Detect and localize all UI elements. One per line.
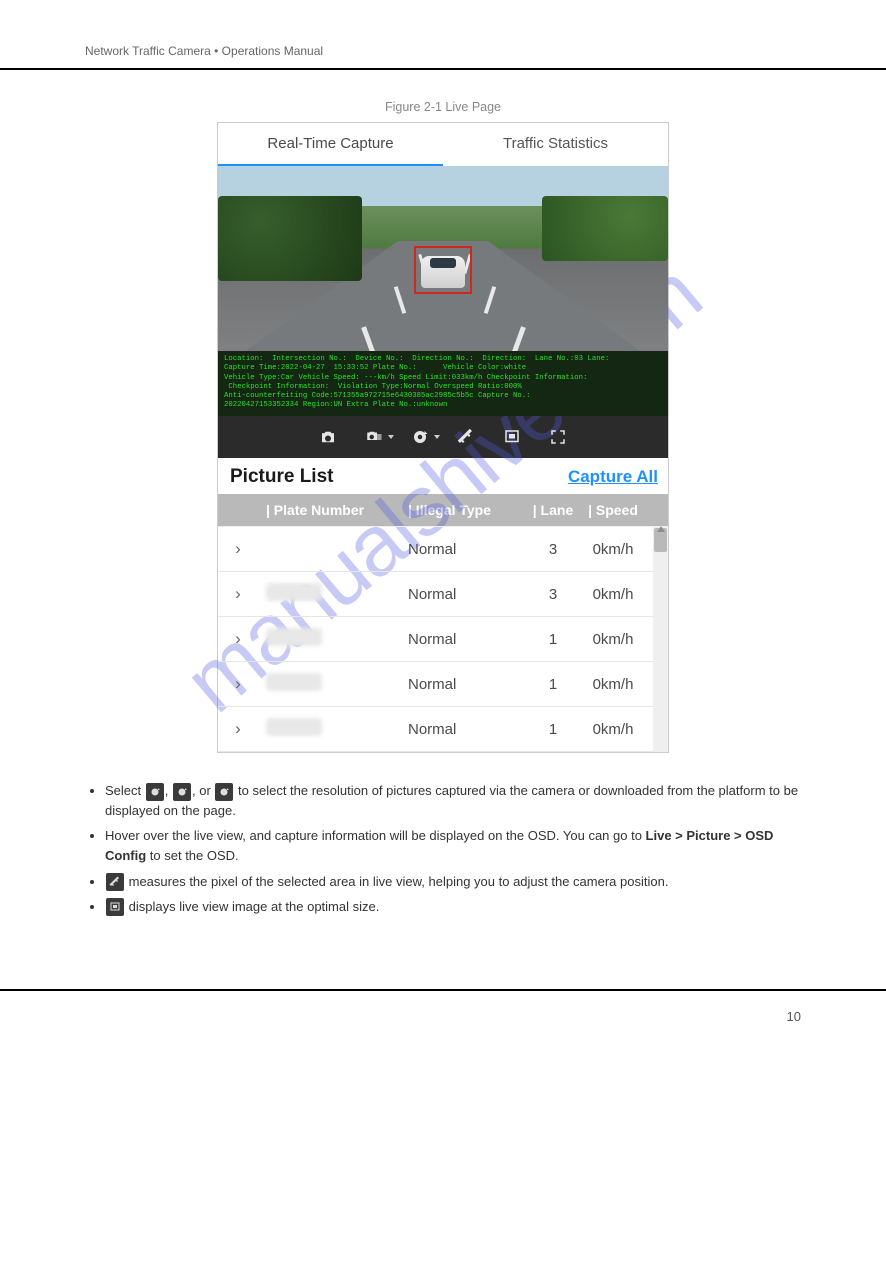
- page-number: 10: [787, 1009, 801, 1024]
- cell-lane: 1: [528, 721, 578, 738]
- foliage-right: [542, 196, 668, 261]
- bullet-measure: measures the pixel of the selected area …: [105, 872, 801, 892]
- page-header: Network Traffic Camera • Operations Manu…: [0, 40, 886, 58]
- expand-chevron-icon[interactable]: ›: [218, 539, 258, 559]
- resolution-large-icon: [215, 783, 233, 801]
- optimal-inline-icon: [106, 898, 124, 916]
- osd-overlay: Location: Intersection No.: Device No.: …: [218, 351, 668, 416]
- col-plate: | Plate Number: [258, 502, 408, 518]
- scrollbar[interactable]: [653, 526, 668, 752]
- tab-bar: Real-Time Capture Traffic Statistics: [218, 123, 668, 166]
- table-row[interactable]: › Normal30km/h: [218, 527, 668, 572]
- cell-lane: 3: [528, 541, 578, 558]
- document-page: Network Traffic Camera • Operations Manu…: [0, 0, 886, 1064]
- record-icon[interactable]: [410, 427, 430, 447]
- expand-chevron-icon[interactable]: ›: [218, 629, 258, 649]
- header-left: Network Traffic Camera • Operations Manu…: [85, 44, 323, 58]
- body-text: Select , , or to select the resolution o…: [85, 781, 801, 917]
- cell-plate: [258, 673, 408, 695]
- table-body-wrap: ›Normal30km/h›Normal30km/h›Normal10km/h›…: [218, 526, 668, 752]
- picture-list-title: Picture List: [230, 466, 333, 488]
- measure-inline-icon: [106, 873, 124, 891]
- table-row[interactable]: › Normal10km/h: [218, 662, 668, 707]
- bullet-optimal: displays live view image at the optimal …: [105, 897, 801, 917]
- fullscreen-icon[interactable]: [548, 427, 568, 447]
- app-window: Real-Time Capture Traffic Statistics Loc…: [217, 122, 669, 753]
- cell-plate: [258, 718, 408, 740]
- cell-speed: 0km/h: [578, 586, 648, 603]
- page-footer: 10: [0, 997, 886, 1024]
- cell-illegal: Normal: [408, 586, 528, 603]
- expand-chevron-icon[interactable]: ›: [218, 674, 258, 694]
- picture-list-header: Picture List Capture All: [218, 458, 668, 494]
- col-speed: | Speed: [578, 502, 648, 518]
- bullet-osd: Hover over the live view, and capture in…: [105, 826, 801, 866]
- cell-plate: [258, 583, 408, 605]
- capture-all-link[interactable]: Capture All: [568, 467, 658, 487]
- table-body: ›Normal30km/h›Normal30km/h›Normal10km/h›…: [218, 526, 668, 752]
- table-row[interactable]: › Normal30km/h: [218, 572, 668, 617]
- scrollbar-thumb[interactable]: [654, 528, 667, 552]
- continuous-snapshot-icon[interactable]: [364, 427, 384, 447]
- header-rule: [0, 68, 886, 70]
- col-illegal: | Illegal Type: [408, 502, 528, 518]
- table-row[interactable]: › Normal10km/h: [218, 707, 668, 752]
- snapshot-icon[interactable]: [318, 427, 338, 447]
- figure-caption: Figure 2-1 Live Page: [0, 100, 886, 114]
- resolution-small-icon: [146, 783, 164, 801]
- table-header: | Plate Number | Illegal Type | Lane | S…: [218, 494, 668, 526]
- cell-illegal: Normal: [408, 631, 528, 648]
- measure-icon[interactable]: [456, 427, 476, 447]
- expand-chevron-icon[interactable]: ›: [218, 584, 258, 604]
- cell-illegal: Normal: [408, 541, 528, 558]
- chevron-down-icon: [388, 435, 394, 439]
- chevron-down-icon: [434, 435, 440, 439]
- video-toolbar: [218, 416, 668, 458]
- tab-realtime-capture[interactable]: Real-Time Capture: [218, 123, 443, 166]
- expand-chevron-icon[interactable]: ›: [218, 719, 258, 739]
- foliage-left: [218, 196, 362, 281]
- cell-speed: 0km/h: [578, 676, 648, 693]
- cell-plate: [258, 628, 408, 650]
- table-row[interactable]: › Normal10km/h: [218, 617, 668, 662]
- bullet-resolution: Select , , or to select the resolution o…: [105, 781, 801, 821]
- col-lane: | Lane: [528, 502, 578, 518]
- cell-speed: 0km/h: [578, 631, 648, 648]
- tab-traffic-statistics[interactable]: Traffic Statistics: [443, 123, 668, 166]
- cell-lane: 1: [528, 676, 578, 693]
- live-video[interactable]: Location: Intersection No.: Device No.: …: [218, 166, 668, 416]
- cell-lane: 3: [528, 586, 578, 603]
- cell-lane: 1: [528, 631, 578, 648]
- cell-illegal: Normal: [408, 721, 528, 738]
- resolution-medium-icon: [173, 783, 191, 801]
- detection-bbox: [414, 246, 472, 294]
- cell-illegal: Normal: [408, 676, 528, 693]
- footer-rule: [0, 989, 886, 991]
- optimal-display-icon[interactable]: [502, 427, 522, 447]
- cell-speed: 0km/h: [578, 541, 648, 558]
- cell-speed: 0km/h: [578, 721, 648, 738]
